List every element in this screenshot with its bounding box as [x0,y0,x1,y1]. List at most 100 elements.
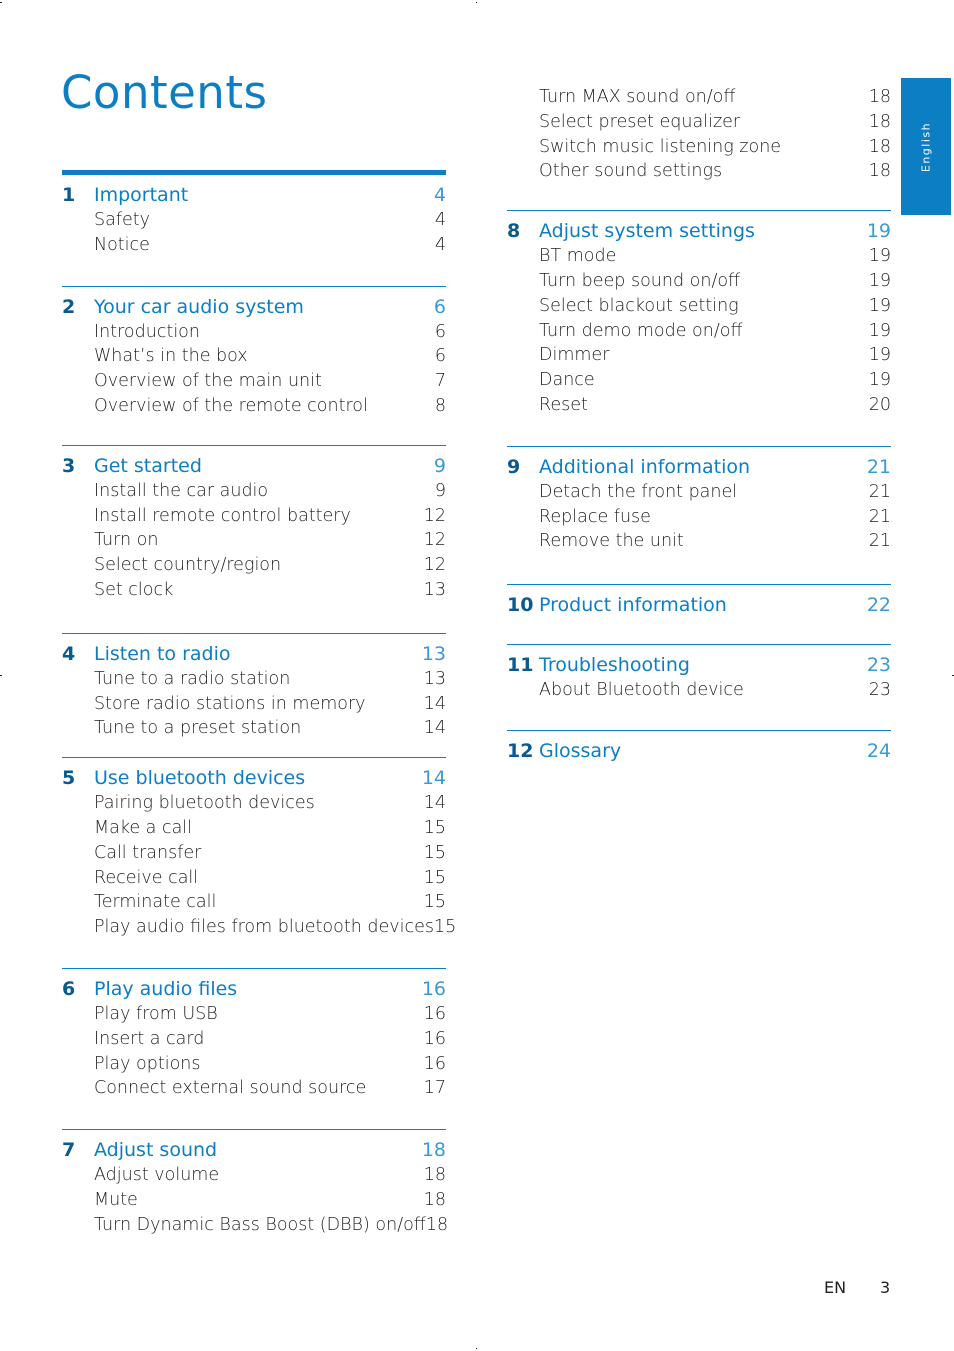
toc-entry[interactable]: Play from USB 16 [62,1002,446,1027]
toc-entry[interactable]: Play options 16 [62,1052,446,1077]
toc-entry[interactable]: Dance 19 [507,368,891,393]
toc-entry[interactable]: Turn beep sound on/off 19 [507,269,891,294]
crop-mark [0,2,2,3]
toc-right-column: Turn MAX sound on/off 18 Select preset equ… [507,85,891,764]
toc-entry-label: Remove the unit [539,531,684,552]
toc-section-heading[interactable]: 6 Play audio files 16 [62,977,446,1002]
toc-entry[interactable]: Pairing bluetooth devices 14 [62,791,446,816]
toc-entry-page: 19 [868,320,891,341]
toc-entry-page: 12 [423,555,446,576]
toc-entry[interactable]: Play audio files from bluetooth devices 1… [62,915,456,940]
section-title: Troubleshooting [539,654,690,677]
toc-entry-label: Safety [94,210,150,230]
toc-entry[interactable]: Select preset equalizer 18 [507,110,891,135]
toc-section-heading[interactable]: 3 Get started 9 [62,454,446,479]
toc-entry-label: Dimmer [539,345,610,366]
toc-entry-page: 18 [868,87,891,107]
toc-entry-page: 18 [868,136,891,157]
toc-entry-page: 15 [423,842,446,863]
toc-entry[interactable]: Select blackout setting 19 [507,294,891,319]
toc-entry-page: 15 [433,917,457,938]
toc-entry[interactable]: Turn demo mode on/off 19 [507,319,891,344]
toc-entry[interactable]: Receive call 15 [62,866,446,891]
toc-entry-page: 18 [423,1165,446,1186]
toc-entry[interactable]: Detach the front panel 21 [507,480,891,505]
toc-section-heading[interactable]: 2 Your car audio system 6 [62,295,446,320]
toc-entry[interactable]: Mute 18 [62,1188,446,1213]
toc-entry[interactable]: Other sound settings 18 [507,159,891,184]
section-title: Important [94,184,189,206]
toc-section-heading[interactable]: 8 Adjust system settings 19 [507,219,891,244]
toc-entry[interactable]: Connect external sound source 17 [62,1076,446,1101]
toc-section-heading[interactable]: 10 Product information 22 [507,593,891,618]
toc-entry[interactable]: What’s in the box 6 [62,344,446,369]
toc-section-heading[interactable]: 5 Use bluetooth devices 14 [62,766,446,791]
toc-entry-label: Receive call [94,867,199,888]
toc-section-heading[interactable]: 11 Troubleshooting 23 [507,653,891,678]
toc-section-heading[interactable]: 9 Additional information 21 [507,455,891,480]
section-number: 7 [62,1139,76,1162]
section-divider [507,584,891,586]
toc-entry[interactable]: Install remote control battery 12 [62,504,446,529]
toc-section-heading[interactable]: 7 Adjust sound 18 [62,1138,446,1163]
toc-entry[interactable]: Tune to a radio station 13 [62,667,446,692]
toc-entry-label: Select country/region [94,555,282,576]
toc-entry[interactable]: Replace fuse 21 [507,505,891,530]
toc-entry[interactable]: Insert a card 16 [62,1027,446,1052]
toc-section: 9 Additional information 21 Detach the fron… [507,445,891,554]
section-title: Use bluetooth devices [94,767,306,790]
toc-entry[interactable]: Remove the unit 21 [507,529,891,554]
toc-entry-page: 6 [434,321,446,342]
toc-section-heading[interactable]: 1 Important 4 [62,183,446,208]
toc-entry-page: 21 [868,481,891,502]
toc-entry-page: 9 [434,480,446,501]
toc-entry[interactable]: About Bluetooth device 23 [507,678,891,703]
toc-entry[interactable]: Call transfer 15 [62,841,446,866]
toc-entry-page: 16 [423,1028,446,1049]
toc-entry-label: About Bluetooth device [539,680,744,701]
section-divider [507,445,891,447]
toc-entry-page: 17 [423,1078,446,1099]
toc-entry-page: 14 [423,793,446,814]
section-page: 16 [421,977,446,1000]
section-number: 10 [507,594,534,617]
section-number: 12 [507,739,534,762]
crop-mark [476,2,477,3]
toc-entry[interactable]: Adjust volume 18 [62,1163,446,1188]
toc-entry[interactable]: Notice 4 [62,233,446,258]
section-title: Adjust sound [94,1139,218,1162]
toc-entry[interactable]: Introduction 6 [62,320,446,345]
toc-entry[interactable]: BT mode 19 [507,244,891,269]
section-title: Play audio files [94,977,238,1000]
section-divider [62,967,446,969]
toc-entry-label: Other sound settings [539,161,723,182]
toc-entry[interactable]: Turn Dynamic Bass Boost (DBB) on/off 18 [62,1213,448,1238]
toc-section-heading[interactable]: 12 Glossary 24 [507,739,891,764]
toc-entry[interactable]: Store radio stations in memory 14 [62,692,446,717]
section-divider [62,757,446,759]
toc-entry[interactable]: Reset 20 [507,393,891,418]
toc-entry[interactable]: Turn on 12 [62,528,446,553]
toc-entry-page: 21 [868,531,891,552]
toc-entry-label: Introduction [94,321,200,342]
toc-entry[interactable]: Overview of the remote control 8 [62,394,446,419]
section-number: 6 [62,977,76,1000]
toc-entry[interactable]: Dimmer 19 [507,343,891,368]
toc-entry[interactable]: Select country/region 12 [62,553,446,578]
toc-entry[interactable]: Switch music listening zone 18 [507,135,891,160]
toc-entry[interactable]: Set clock 13 [62,578,446,603]
toc-entry-label: Dance [539,370,595,391]
section-title: Your car audio system [94,295,304,318]
toc-entry[interactable]: Turn MAX sound on/off 18 [507,85,891,110]
toc-entry[interactable]: Overview of the main unit 7 [62,369,446,394]
toc-entry[interactable]: Safety 4 [62,208,446,233]
toc-entry[interactable]: Make a call 15 [62,816,446,841]
toc-section-heading[interactable]: 4 Listen to radio 13 [62,642,446,667]
toc-entry[interactable]: Install the car audio 9 [62,479,446,504]
toc-entry[interactable]: Terminate call 15 [62,890,446,915]
toc-entry-page: 19 [868,345,891,366]
toc-entry-label: Pairing bluetooth devices [94,793,315,814]
toc-entry-label: Turn on [94,530,159,551]
toc-entry[interactable]: Tune to a preset station 14 [62,716,446,741]
toc-entry-label: Call transfer [94,842,202,863]
